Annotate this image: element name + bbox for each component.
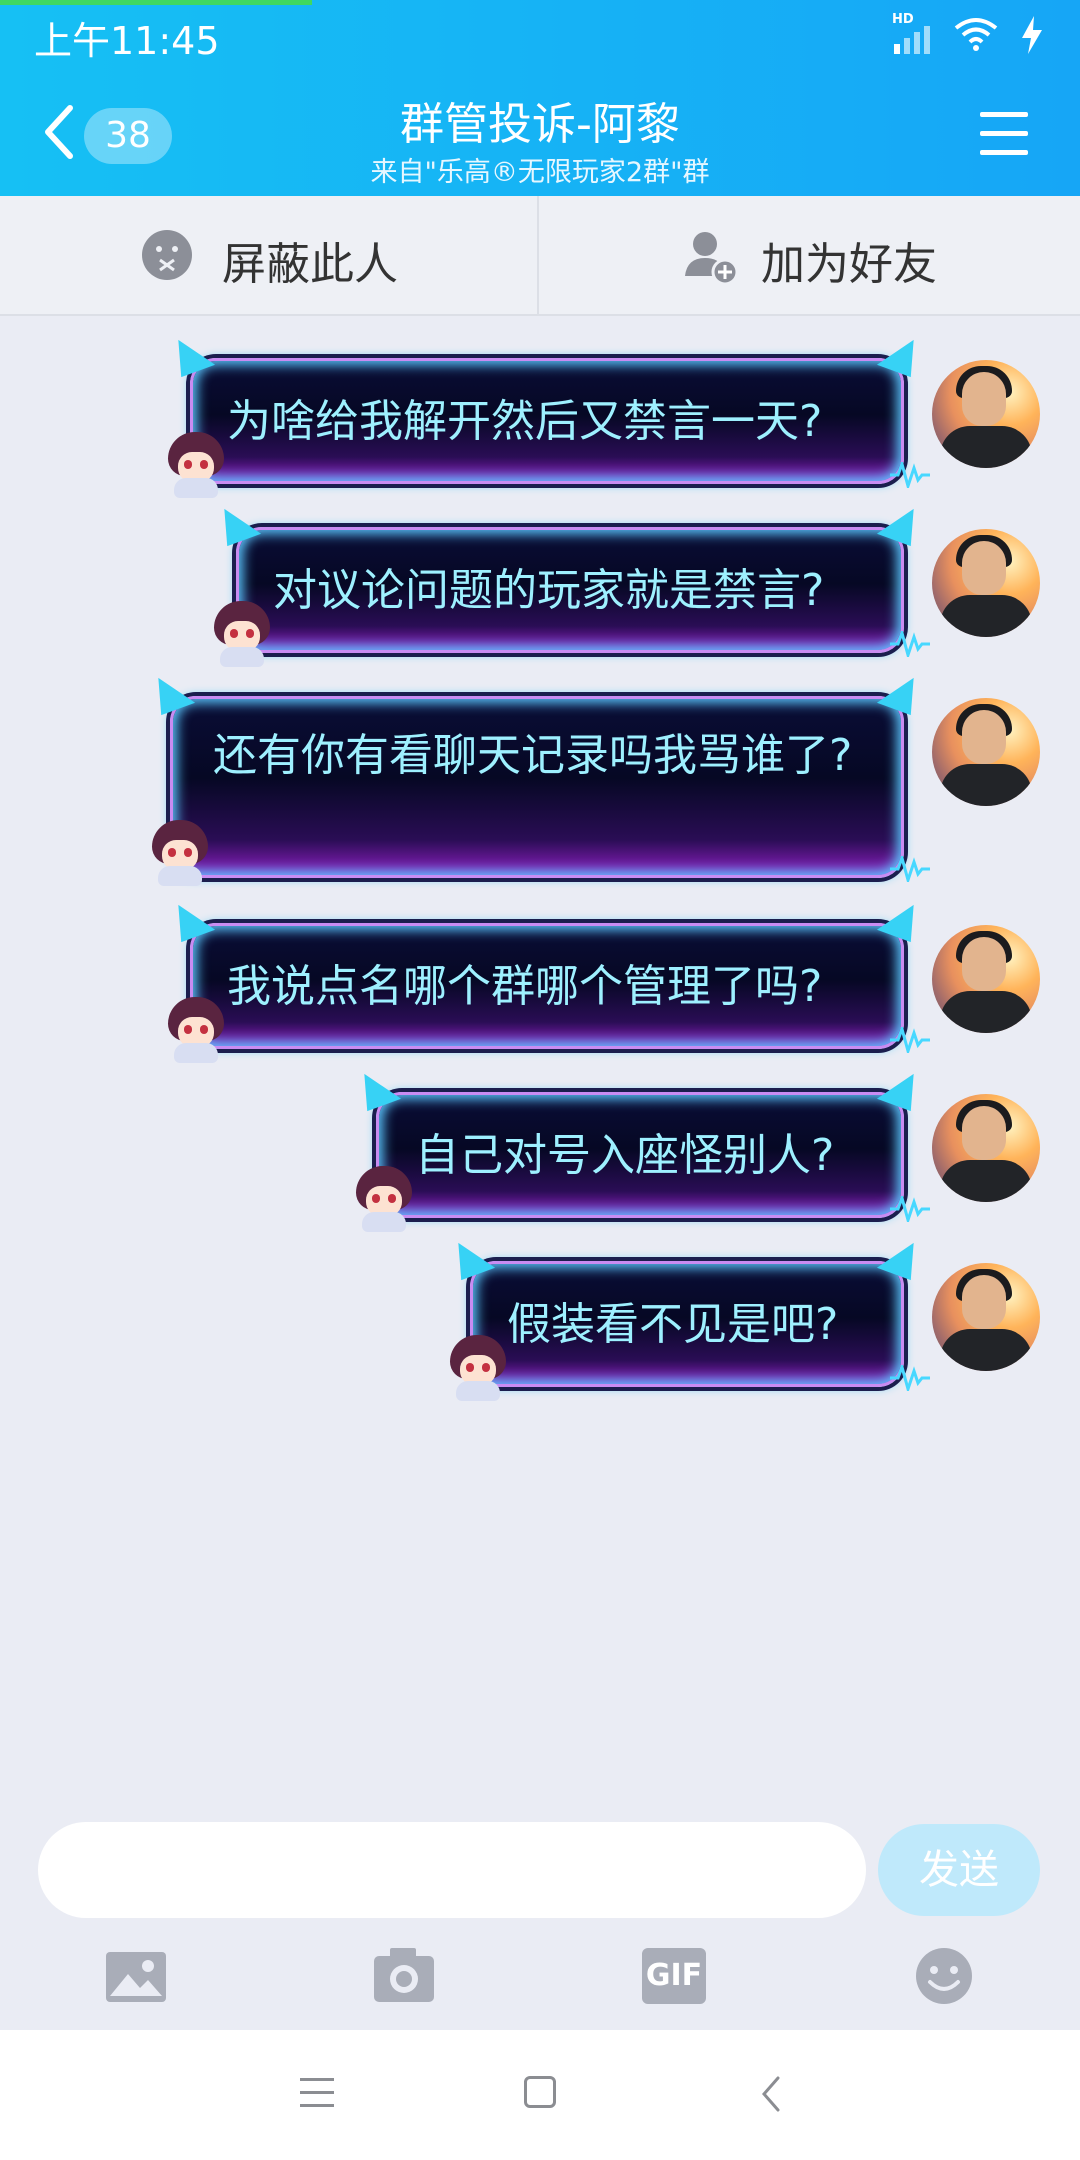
message-bubble[interactable]: 我说点名哪个群哪个管理了吗? (190, 923, 904, 1049)
menu-icon-line (980, 150, 1028, 155)
status-time: 上午11:45 (34, 19, 220, 63)
bubble-decoration (890, 856, 930, 882)
message-bubble[interactable]: 自己对号入座怪别人? (376, 1092, 904, 1218)
emoji-icon[interactable] (912, 1948, 976, 2004)
avatar[interactable] (932, 1094, 1040, 1202)
block-user-label: 屏蔽此人 (222, 239, 398, 290)
block-icon (142, 230, 192, 280)
bubble-decoration (208, 599, 276, 667)
loading-progress (0, 0, 312, 5)
avatar[interactable] (932, 925, 1040, 1033)
page-subtitle: 来自"乐高®无限玩家2群"群 (370, 157, 710, 188)
bubble-decoration (162, 995, 230, 1063)
add-friend-icon (685, 232, 739, 286)
send-button[interactable]: 发送 (878, 1824, 1040, 1916)
message-bubble[interactable]: 假装看不见是吧? (470, 1261, 904, 1387)
message-text: 对议论问题的玩家就是禁言? (273, 565, 825, 616)
message-text: 假装看不见是吧? (507, 1299, 839, 1350)
avatar[interactable] (932, 1263, 1040, 1371)
message-text: 为啥给我解开然后又禁言一天? (227, 396, 823, 447)
bubble-decoration (350, 1164, 418, 1232)
menu-button[interactable] (980, 110, 1028, 158)
status-icons: HD (892, 12, 1052, 56)
message-bubble[interactable]: 还有你有看聊天记录吗我骂谁了? (170, 696, 904, 878)
menu-icon[interactable] (300, 2078, 334, 2108)
bubble-decoration (890, 462, 930, 488)
menu-icon-line (980, 112, 1028, 117)
bubble-decoration (890, 1365, 930, 1391)
avatar[interactable] (932, 360, 1040, 468)
action-bar: 屏蔽此人 加为好友 (0, 196, 1080, 316)
top-bar: 上午11:45 HD 38 群管投诉-阿黎 来自"乐高®无限玩家2群"群 (0, 0, 1080, 196)
bubble-decoration (890, 1027, 930, 1053)
bubble-decoration (890, 1196, 930, 1222)
message-text: 还有你有看聊天记录吗我骂谁了? (213, 730, 853, 781)
charging-icon (1022, 16, 1042, 54)
message-input[interactable] (38, 1822, 866, 1918)
add-friend-label: 加为好友 (761, 239, 937, 290)
message-text: 自己对号入座怪别人? (415, 1130, 835, 1181)
system-nav-bar (0, 2030, 1080, 2160)
bubble-decoration (890, 631, 930, 657)
page-title: 群管投诉-阿黎 (400, 99, 680, 150)
bubble-decoration (162, 430, 230, 498)
avatar[interactable] (932, 698, 1040, 806)
block-user-button[interactable]: 屏蔽此人 (0, 196, 539, 316)
add-friend-button[interactable]: 加为好友 (541, 196, 1080, 316)
wifi-icon (954, 18, 998, 51)
message-bubble[interactable]: 对议论问题的玩家就是禁言? (236, 527, 904, 653)
gif-icon[interactable]: GIF (642, 1948, 706, 2004)
signal-icon (894, 26, 930, 54)
camera-icon[interactable] (372, 1948, 436, 2004)
message-bubble[interactable]: 为啥给我解开然后又禁言一天? (190, 358, 904, 484)
avatar[interactable] (932, 529, 1040, 637)
back-icon[interactable] (756, 2074, 786, 2114)
image-icon[interactable] (104, 1948, 168, 2004)
bubble-decoration (146, 818, 214, 886)
bubble-decoration (444, 1333, 512, 1401)
home-icon[interactable] (524, 2076, 556, 2108)
message-text: 我说点名哪个群哪个管理了吗? (227, 961, 823, 1012)
menu-icon-line (980, 131, 1028, 136)
